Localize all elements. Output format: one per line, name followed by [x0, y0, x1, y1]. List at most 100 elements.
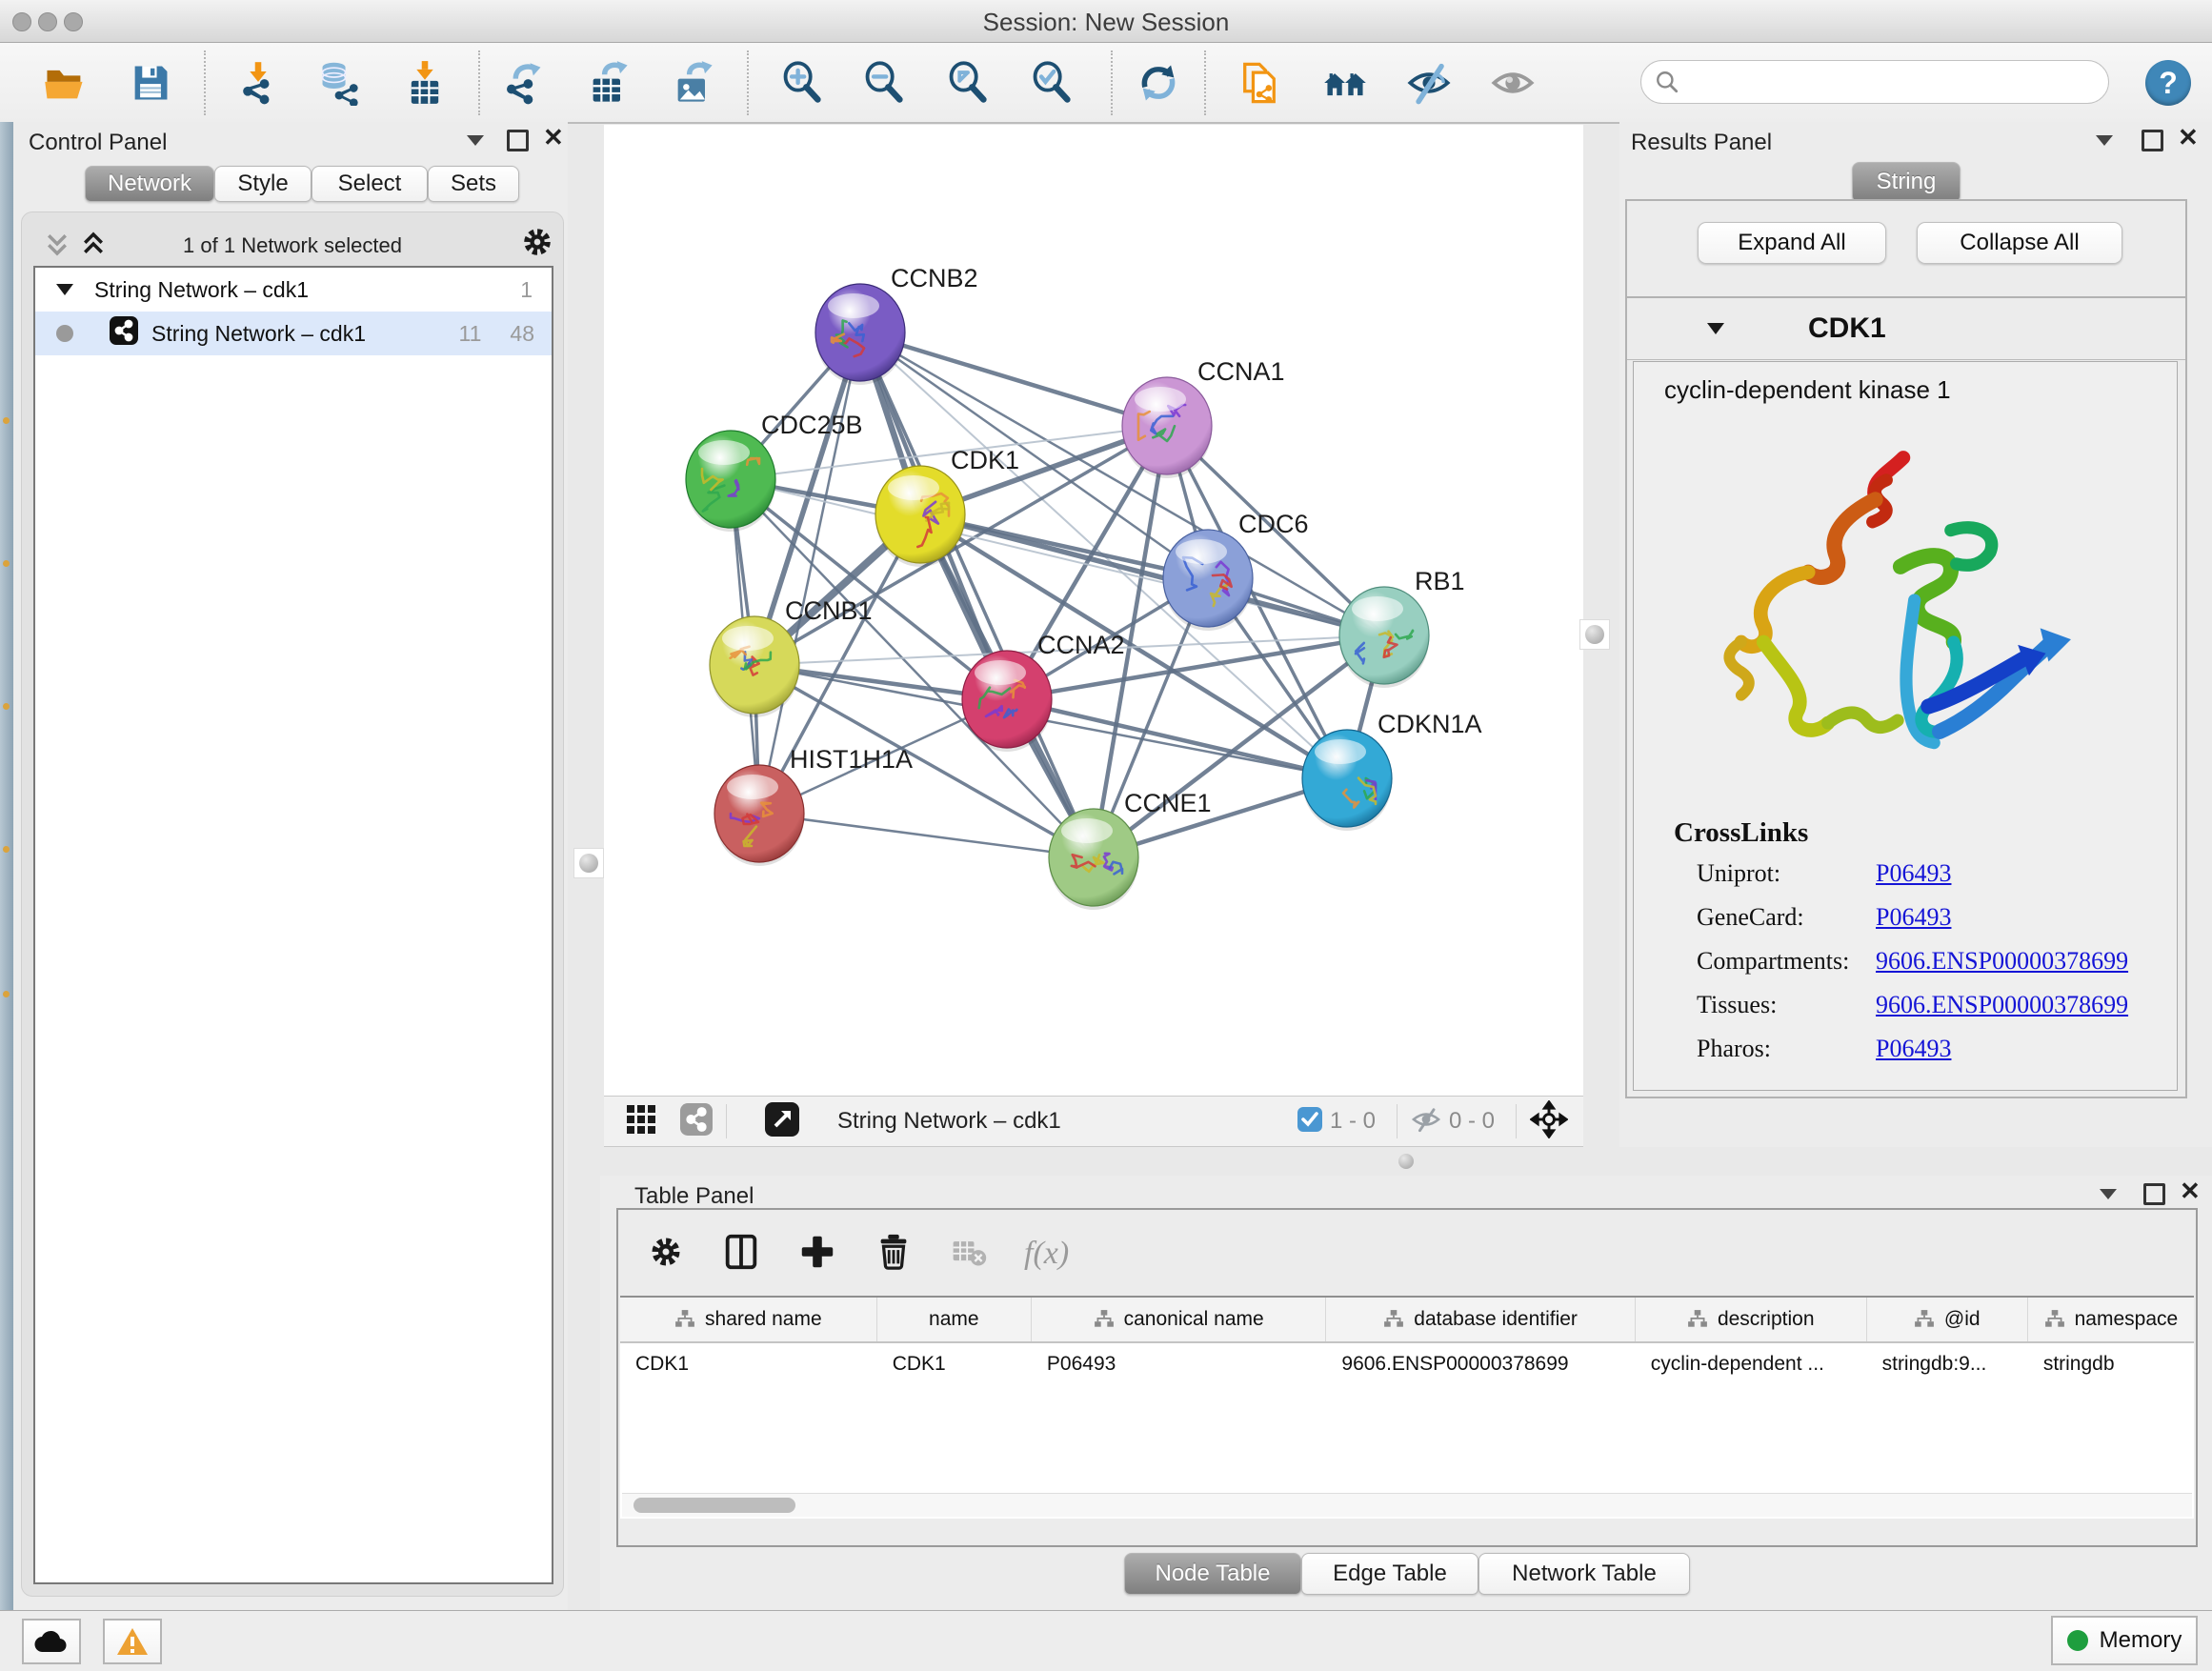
- network-edge[interactable]: [920, 514, 1384, 635]
- network-edge[interactable]: [860, 332, 1167, 426]
- network-row-selected[interactable]: String Network – cdk1 11 48: [35, 312, 552, 355]
- open-session-icon[interactable]: [40, 58, 90, 108]
- crosslink-uniprot[interactable]: P06493: [1876, 859, 1951, 888]
- table-panel-float-icon[interactable]: [2143, 1183, 2165, 1205]
- table-horizontal-scrollbar[interactable]: [622, 1493, 2192, 1517]
- import-network-database-icon[interactable]: [314, 58, 364, 108]
- column-header-description[interactable]: description: [1636, 1298, 1867, 1341]
- cell-canonical-name[interactable]: P06493: [1032, 1343, 1326, 1385]
- delete-column-trash-icon[interactable]: [874, 1232, 914, 1277]
- apply-layout-icon[interactable]: [1134, 58, 1183, 108]
- save-session-icon[interactable]: [126, 58, 175, 108]
- expand-all-button[interactable]: Expand All: [1698, 222, 1886, 264]
- hide-selected-icon[interactable]: [1404, 58, 1454, 108]
- network-view-string-icon[interactable]: [680, 1103, 713, 1140]
- left-splitter-handle[interactable]: [573, 848, 604, 878]
- network-node[interactable]: CCNB1: [710, 596, 873, 717]
- show-hidden-icon[interactable]: [1488, 58, 1538, 108]
- show-columns-icon[interactable]: [721, 1232, 761, 1277]
- selected-checkbox-icon[interactable]: [1297, 1107, 1322, 1137]
- column-header-canonical-name[interactable]: canonical name: [1032, 1298, 1327, 1341]
- network-edge[interactable]: [759, 332, 860, 814]
- cell-namespace[interactable]: stringdb: [2028, 1343, 2194, 1385]
- control-panel-menu-icon[interactable]: [467, 135, 484, 146]
- results-panel-close-icon[interactable]: ✕: [2178, 128, 2199, 147]
- horizontal-splitter-handle[interactable]: [1398, 1154, 1414, 1169]
- search-input[interactable]: [1679, 69, 2108, 95]
- help-button[interactable]: ?: [2145, 60, 2191, 106]
- crosslink-genecard[interactable]: P06493: [1876, 903, 1951, 932]
- network-node-count: 11: [459, 321, 482, 347]
- network-node[interactable]: CDK1: [875, 446, 1019, 567]
- cell-database-identifier[interactable]: 9606.ENSP00000378699: [1326, 1343, 1635, 1385]
- clone-network-icon[interactable]: [1235, 58, 1284, 108]
- export-network-icon[interactable]: [499, 58, 549, 108]
- tab-edge-table[interactable]: Edge Table: [1301, 1553, 1478, 1595]
- table-panel-menu-icon[interactable]: [2100, 1189, 2117, 1199]
- collection-expand-icon[interactable]: [56, 284, 73, 295]
- network-collection-row[interactable]: String Network – cdk1 1: [35, 268, 552, 312]
- network-node-label: CCNA2: [1037, 631, 1125, 659]
- show-all-nodes-icon[interactable]: [1320, 58, 1370, 108]
- import-network-file-icon[interactable]: [233, 58, 283, 108]
- network-edge[interactable]: [1007, 699, 1347, 778]
- tab-sets[interactable]: Sets: [428, 166, 519, 202]
- network-edge[interactable]: [860, 332, 1094, 857]
- scrollbar-thumb[interactable]: [633, 1498, 795, 1513]
- network-tab-panel: 1 of 1 Network selected String Network –…: [21, 211, 564, 1597]
- hidden-eye-icon[interactable]: [1411, 1104, 1441, 1139]
- function-builder-icon: f(x): [1024, 1236, 1069, 1272]
- export-table-icon[interactable]: [584, 58, 633, 108]
- table-settings-gear-icon[interactable]: [647, 1233, 685, 1276]
- cell-shared-name[interactable]: CDK1: [620, 1343, 877, 1385]
- network-node[interactable]: RB1: [1339, 567, 1465, 688]
- tab-network-table[interactable]: Network Table: [1478, 1553, 1690, 1595]
- cell-id[interactable]: stringdb:9...: [1867, 1343, 2028, 1385]
- column-tree-icon: [674, 1309, 695, 1330]
- column-header-name[interactable]: name: [877, 1298, 1032, 1341]
- column-header-namespace[interactable]: namespace: [2028, 1298, 2194, 1341]
- column-header-shared-name[interactable]: shared name: [620, 1298, 877, 1341]
- network-node[interactable]: CDKN1A: [1302, 710, 1482, 831]
- collapse-all-button[interactable]: Collapse All: [1917, 222, 2122, 264]
- network-edge[interactable]: [759, 814, 1094, 857]
- column-header-database-identifier[interactable]: database identifier: [1326, 1298, 1635, 1341]
- birdseye-view-icon[interactable]: [765, 1102, 799, 1141]
- crosslink-compartments[interactable]: 9606.ENSP00000378699: [1876, 947, 2128, 976]
- results-panel-menu-icon[interactable]: [2096, 135, 2113, 146]
- zoom-selected-icon[interactable]: [1027, 58, 1076, 108]
- right-splitter-handle[interactable]: [1579, 619, 1610, 650]
- control-panel-float-icon[interactable]: [507, 130, 529, 151]
- export-image-icon[interactable]: [669, 58, 718, 108]
- cloud-status-button[interactable]: [22, 1619, 81, 1664]
- grid-view-icon[interactable]: [625, 1103, 657, 1140]
- crosslink-tissues[interactable]: 9606.ENSP00000378699: [1876, 991, 2128, 1019]
- tab-network[interactable]: Network: [85, 166, 214, 202]
- memory-button[interactable]: Memory: [2051, 1616, 2198, 1665]
- tab-node-table[interactable]: Node Table: [1124, 1553, 1301, 1595]
- cell-description[interactable]: cyclin-dependent ...: [1636, 1343, 1867, 1385]
- gene-expand-icon[interactable]: [1707, 323, 1724, 334]
- tab-string[interactable]: String: [1852, 162, 1961, 202]
- table-row[interactable]: CDK1 CDK1 P06493 9606.ENSP00000378699 cy…: [620, 1343, 2194, 1385]
- add-column-icon[interactable]: [797, 1232, 837, 1277]
- control-panel-close-icon[interactable]: ✕: [543, 128, 564, 147]
- network-node[interactable]: HIST1H1A: [714, 745, 913, 866]
- zoom-in-icon[interactable]: [777, 58, 827, 108]
- tab-style[interactable]: Style: [214, 166, 312, 202]
- network-canvas[interactable]: CCNB2CCNA1CDC25BCDK1CDC6RB1CCNB1CCNA2CDK…: [604, 125, 1583, 1096]
- zoom-fit-icon[interactable]: [943, 58, 993, 108]
- network-options-gear-icon[interactable]: [519, 224, 555, 265]
- gene-section-header[interactable]: CDK1: [1627, 298, 2185, 360]
- table-panel-close-icon[interactable]: ✕: [2180, 1181, 2201, 1200]
- results-panel-float-icon[interactable]: [2142, 130, 2163, 151]
- crosslink-pharos[interactable]: P06493: [1876, 1035, 1951, 1063]
- zoom-out-icon[interactable]: [859, 58, 909, 108]
- pan-crosshair-icon[interactable]: [1530, 1100, 1568, 1143]
- tab-select[interactable]: Select: [312, 166, 428, 202]
- import-table-icon[interactable]: [400, 58, 450, 108]
- cell-name[interactable]: CDK1: [877, 1343, 1032, 1385]
- network-node[interactable]: CCNE1: [1049, 789, 1212, 910]
- warnings-button[interactable]: [103, 1619, 162, 1664]
- column-header-id[interactable]: @id: [1867, 1298, 2028, 1341]
